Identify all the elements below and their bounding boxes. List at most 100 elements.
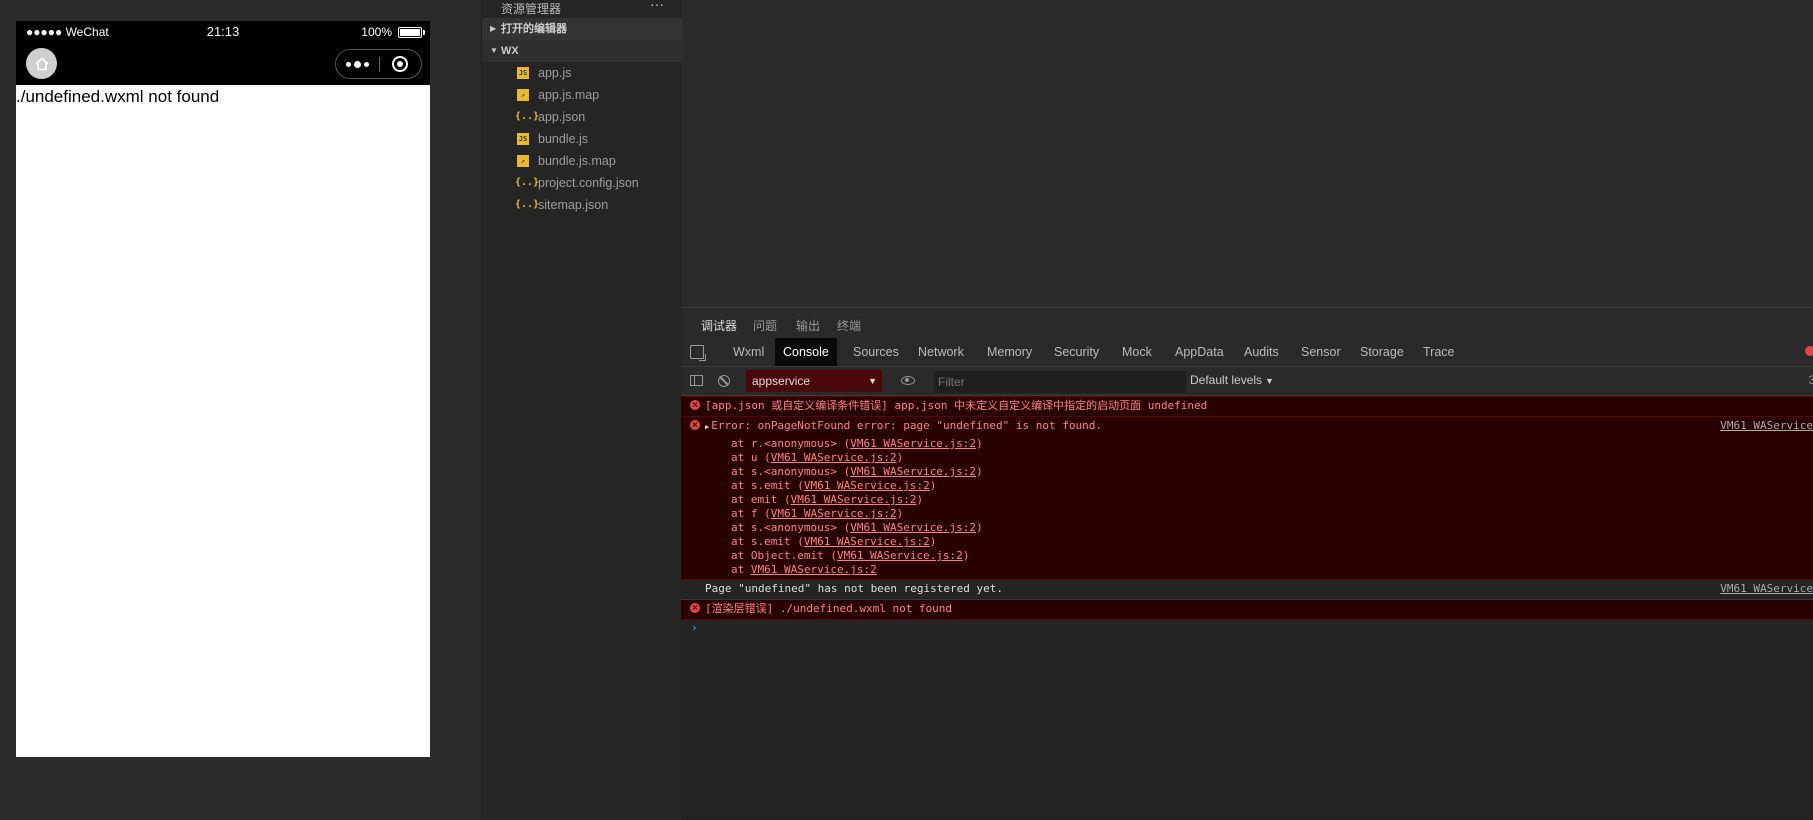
console-error-message: × ▶ Error: onPageNotFound error: page "un… <box>681 417 1813 580</box>
file-item[interactable]: {..} sitemap.json <box>482 194 682 216</box>
stack-frame-text: at r.<anonymous> ( <box>731 437 851 450</box>
live-expression-eye-icon[interactable] <box>901 376 915 385</box>
stack-frame-link[interactable]: VM61 WAService.js:2 <box>771 507 897 520</box>
stack-frame-text: ) <box>962 549 970 562</box>
stack-frame: at emit (VM61 WAService.js:2) <box>731 493 1813 507</box>
tab-output[interactable]: 输出 <box>796 317 820 334</box>
stack-frame-link[interactable]: VM61 WAService.js:2 <box>791 493 917 506</box>
tab-sources[interactable]: Sources <box>845 338 907 366</box>
file-explorer: 资源管理器 ··· ▶ 打开的编辑器 ▼ WX JS app.js ↗ app.js… <box>481 0 682 819</box>
tab-terminal[interactable]: 终端 <box>837 317 861 334</box>
stack-frame-link[interactable]: VM61 WAService.js:2 <box>804 479 930 492</box>
prompt-caret-icon: › <box>691 621 698 634</box>
message-text-row: ▶ Error: onPageNotFound error: page "unde… <box>681 417 1813 437</box>
file-item[interactable]: {..} app.json <box>482 106 682 128</box>
message-text: Page "undefined" has not been registered… <box>705 582 1004 595</box>
sidebar-toggle-icon[interactable] <box>690 375 703 386</box>
project-section[interactable]: ▼ WX <box>482 40 682 62</box>
stack-frame-text: ) <box>916 493 924 506</box>
more-button[interactable] <box>336 50 379 78</box>
battery-percent: 100% <box>361 25 392 39</box>
hidden-count: 3 <box>1808 373 1813 387</box>
home-icon <box>34 57 49 70</box>
stack-frame-text: at Object.emit ( <box>731 549 837 562</box>
console-prompt[interactable]: › <box>681 620 1813 636</box>
tab-mock[interactable]: Mock <box>1114 338 1160 366</box>
stack-frame-text: ) <box>896 451 904 464</box>
caret-right-icon: ▶ <box>490 24 497 33</box>
tab-debugger[interactable]: 调试器 <box>701 317 738 339</box>
stack-frame-link[interactable]: VM61 WAService.js:2 <box>850 521 976 534</box>
stack-frame: at r.<anonymous> (VM61 WAService.js:2) <box>731 437 1813 451</box>
file-name: app.js <box>538 66 572 80</box>
stack-frame-link[interactable]: VM61 WAService.js:2 <box>850 437 976 450</box>
json-file-icon: {..} <box>515 199 540 210</box>
tab-appdata[interactable]: AppData <box>1167 338 1232 366</box>
stack-frame-link[interactable]: VM61 WAService.js:2 <box>751 563 877 576</box>
console-messages: × [app.json 或自定义编译条件错误] app.json 中未定义自定义… <box>681 396 1813 820</box>
filter-input[interactable] <box>934 371 1186 393</box>
tab-audits[interactable]: Audits <box>1236 338 1287 366</box>
source-link[interactable]: VM61 WAService <box>1720 419 1813 432</box>
tab-console[interactable]: Console <box>775 338 837 366</box>
stack-frame: at s.<anonymous> (VM61 WAService.js:2) <box>731 521 1813 535</box>
source-link[interactable]: VM61 WAService <box>1720 582 1813 595</box>
stack-frame-text: ) <box>929 535 937 548</box>
stack-frame-link[interactable]: VM61 WAService.js:2 <box>850 465 976 478</box>
explorer-header: 资源管理器 ··· <box>482 0 682 16</box>
js-file-icon: JS <box>517 67 529 79</box>
stack-frame-text: ) <box>976 521 983 534</box>
stack-frame: at s.emit (VM61 WAService.js:2) <box>731 535 1813 549</box>
tab-wxml[interactable]: Wxml <box>725 338 772 366</box>
page-not-found-message: ./undefined.wxml not found <box>16 87 220 106</box>
close-miniprogram-button[interactable] <box>378 50 421 78</box>
stack-frame-text: at s.<anonymous> ( <box>731 465 851 478</box>
file-item[interactable]: JS app.js <box>482 62 682 84</box>
tab-problems[interactable]: 问题 <box>753 317 777 334</box>
section-label: WX <box>501 45 519 57</box>
file-item[interactable]: JS bundle.js <box>482 128 682 150</box>
tab-trace[interactable]: Trace <box>1415 338 1463 366</box>
expand-triangle-icon[interactable]: ▶ <box>705 420 709 434</box>
console-error-message: × [app.json 或自定义编译条件错误] app.json 中未定义自定义… <box>681 396 1813 417</box>
nav-bar <box>16 43 430 85</box>
log-levels-select[interactable]: Default levels ▼ <box>1190 373 1274 387</box>
dropdown-caret-icon: ▼ <box>868 376 877 386</box>
file-list: JS app.js ↗ app.js.map {..} app.json JS bund… <box>482 62 682 216</box>
explorer-more-icon[interactable]: ··· <box>650 0 664 12</box>
tab-network[interactable]: Network <box>910 338 972 366</box>
stack-frame-text: at s.emit ( <box>731 535 804 548</box>
context-select[interactable]: appservice ▼ <box>746 370 882 392</box>
section-label: 打开的编辑器 <box>501 23 567 35</box>
file-name: bundle.js <box>538 132 589 146</box>
caret-down-icon: ▼ <box>490 46 498 55</box>
tab-sensor[interactable]: Sensor <box>1293 338 1349 366</box>
battery-icon <box>398 27 425 38</box>
clear-console-icon[interactable] <box>718 375 730 387</box>
stack-frame-link[interactable]: VM61 WAService.js:2 <box>771 451 897 464</box>
inspect-element-icon[interactable] <box>690 345 706 361</box>
stack-trace: at r.<anonymous> (VM61 WAService.js:2) at… <box>681 437 1813 579</box>
stack-frame: at Object.emit (VM61 WAService.js:2) <box>731 549 1813 563</box>
console-log-message: Page "undefined" has not been registered… <box>681 580 1813 600</box>
file-item[interactable]: ↗ app.js.map <box>482 84 682 106</box>
open-editors-section[interactable]: ▶ 打开的编辑器 <box>482 18 682 40</box>
panel-tabs: 调试器 问题 输出 终端 <box>681 308 1813 339</box>
more-dot-icon <box>354 60 361 68</box>
dropdown-caret-icon: ▼ <box>1265 376 1274 386</box>
tab-storage[interactable]: Storage <box>1352 338 1412 366</box>
home-button[interactable] <box>26 48 57 79</box>
tab-memory[interactable]: Memory <box>979 338 1040 366</box>
stack-frame-link[interactable]: VM61 WAService.js:2 <box>804 535 930 548</box>
tab-security[interactable]: Security <box>1046 338 1107 366</box>
stack-frame: at u (VM61 WAService.js:2) <box>731 451 1813 465</box>
error-count-icon[interactable] <box>1805 346 1813 356</box>
file-item[interactable]: {..} project.config.json <box>482 172 682 194</box>
file-name: bundle.js.map <box>538 154 616 168</box>
file-item[interactable]: ↗ bundle.js.map <box>482 150 682 172</box>
message-text: [app.json 或自定义编译条件错误] app.json 中未定义自定义编译… <box>705 399 1208 412</box>
stack-frame-text: at <box>731 563 751 576</box>
stack-frame-link[interactable]: VM61 WAService.js:2 <box>837 549 963 562</box>
json-file-icon: {..} <box>515 111 540 122</box>
stack-frame-text: at s.emit ( <box>731 479 804 492</box>
